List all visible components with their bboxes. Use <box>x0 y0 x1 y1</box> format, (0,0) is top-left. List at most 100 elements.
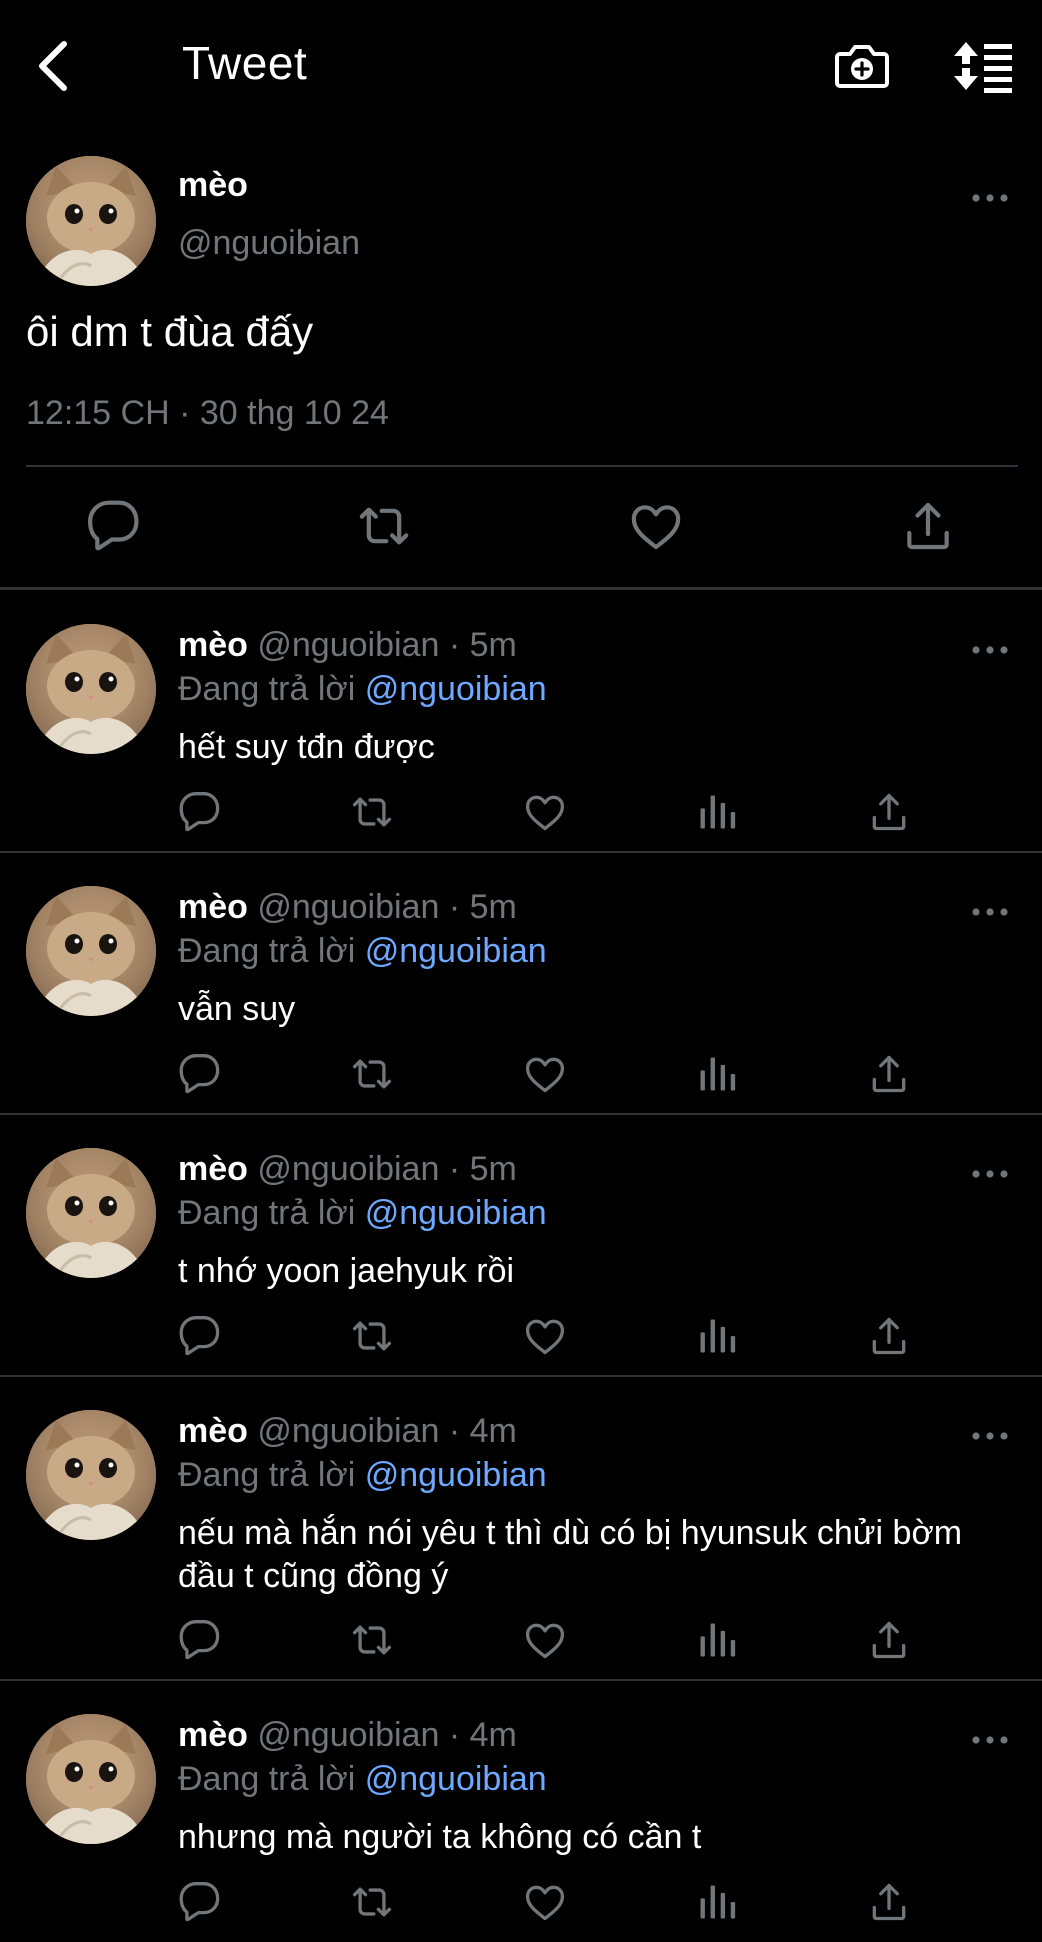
handle[interactable]: @nguoibian <box>257 1716 439 1754</box>
mention-link[interactable]: @nguoibian <box>365 670 547 708</box>
reply-icon[interactable] <box>178 1314 222 1358</box>
share-icon[interactable] <box>867 790 911 834</box>
views-icon[interactable] <box>695 1314 739 1358</box>
header: Tweet <box>0 0 1042 130</box>
camera-plus-icon[interactable] <box>832 36 892 96</box>
views-icon[interactable] <box>695 1052 739 1096</box>
reply-header: mèo @nguoibian · 5m <box>178 1150 517 1189</box>
sort-icon[interactable] <box>950 36 1016 96</box>
like-icon[interactable] <box>523 1618 567 1662</box>
page-title: Tweet <box>182 37 308 89</box>
retweet-icon[interactable] <box>350 1618 394 1662</box>
reply-text: nhưng mà người ta không có cần t <box>178 1818 702 1856</box>
share-icon[interactable] <box>867 1314 911 1358</box>
reply-header: mèo @nguoibian · 5m <box>178 626 517 665</box>
replying-to: Đang trả lời @nguoibian <box>178 1456 547 1495</box>
display-name[interactable]: mèo <box>178 1716 248 1754</box>
reply-text: vẫn suy <box>178 990 296 1028</box>
like-icon[interactable] <box>523 1314 567 1358</box>
reply-icon[interactable] <box>86 498 142 554</box>
reply-icon[interactable] <box>178 1052 222 1096</box>
more-icon[interactable] <box>970 1166 1010 1182</box>
reply-item[interactable]: mèo @nguoibian · 5m Đang trả lời @nguoib… <box>0 1114 1042 1376</box>
reply-item[interactable]: mèo @nguoibian · 5m Đang trả lời @nguoib… <box>0 852 1042 1114</box>
handle[interactable]: @nguoibian <box>257 1150 439 1188</box>
share-icon[interactable] <box>867 1052 911 1096</box>
mention-link[interactable]: @nguoibian <box>365 1760 547 1798</box>
retweet-icon[interactable] <box>350 1314 394 1358</box>
more-icon[interactable] <box>970 1428 1010 1444</box>
views-icon[interactable] <box>695 1618 739 1662</box>
handle[interactable]: @nguoibian <box>257 626 439 664</box>
views-icon[interactable] <box>695 790 739 834</box>
reply-time: 4m <box>469 1716 517 1754</box>
like-icon[interactable] <box>523 1880 567 1924</box>
back-arrow-icon[interactable] <box>30 36 84 96</box>
retweet-icon[interactable] <box>350 1880 394 1924</box>
like-icon[interactable] <box>523 790 567 834</box>
more-icon[interactable] <box>970 642 1010 658</box>
reply-icon[interactable] <box>178 790 222 834</box>
retweet-icon[interactable] <box>350 790 394 834</box>
display-name[interactable]: mèo <box>178 626 248 664</box>
reply-time: 5m <box>469 626 517 664</box>
like-icon[interactable] <box>628 498 684 554</box>
reply-time: 4m <box>469 1412 517 1450</box>
more-icon[interactable] <box>970 190 1010 206</box>
replying-to-label: Đang trả lời <box>178 932 356 970</box>
handle[interactable]: @nguoibian <box>178 224 360 263</box>
mention-link[interactable]: @nguoibian <box>365 1194 547 1232</box>
replying-to-label: Đang trả lời <box>178 670 356 708</box>
reply-icon[interactable] <box>178 1618 222 1662</box>
reply-item[interactable]: mèo @nguoibian · 4m Đang trả lời @nguoib… <box>0 1680 1042 1942</box>
avatar[interactable] <box>26 1148 156 1278</box>
replying-to: Đang trả lời @nguoibian <box>178 670 547 709</box>
reply-header: mèo @nguoibian · 4m <box>178 1716 517 1755</box>
reply-header: mèo @nguoibian · 5m <box>178 888 517 927</box>
reply-time: 5m <box>469 888 517 926</box>
reply-text: t nhớ yoon jaehyuk rồi <box>178 1252 515 1290</box>
mention-link[interactable]: @nguoibian <box>365 932 547 970</box>
reply-header: mèo @nguoibian · 4m <box>178 1412 517 1451</box>
avatar[interactable] <box>26 156 156 286</box>
replying-to: Đang trả lời @nguoibian <box>178 1760 547 1799</box>
more-icon[interactable] <box>970 1732 1010 1748</box>
separator-dot: · <box>448 1150 461 1188</box>
mention-link[interactable]: @nguoibian <box>365 1456 547 1494</box>
tweet-timestamp: 12:15 CH · 30 thg 10 24 <box>26 394 389 432</box>
reply-text: nếu mà hắn nói yêu t thì dù có bị hyunsu… <box>178 1514 963 1595</box>
display-name[interactable]: mèo <box>178 888 248 926</box>
replying-to: Đang trả lời @nguoibian <box>178 1194 547 1233</box>
display-name[interactable]: mèo <box>178 1150 248 1188</box>
reply-item[interactable]: mèo @nguoibian · 4m Đang trả lời @nguoib… <box>0 1376 1042 1680</box>
share-icon[interactable] <box>867 1880 911 1924</box>
share-icon[interactable] <box>867 1618 911 1662</box>
avatar[interactable] <box>26 1410 156 1540</box>
reply-icon[interactable] <box>178 1880 222 1924</box>
avatar[interactable] <box>26 1714 156 1844</box>
separator-dot: · <box>448 1412 461 1450</box>
more-icon[interactable] <box>970 904 1010 920</box>
handle[interactable]: @nguoibian <box>257 888 439 926</box>
avatar[interactable] <box>26 624 156 754</box>
replying-to-label: Đang trả lời <box>178 1194 356 1232</box>
like-icon[interactable] <box>523 1052 567 1096</box>
separator-dot: · <box>448 626 461 664</box>
separator-dot: · <box>448 1716 461 1754</box>
display-name[interactable]: mèo <box>178 166 248 205</box>
retweet-icon[interactable] <box>350 1052 394 1096</box>
retweet-icon[interactable] <box>356 498 412 554</box>
replying-to: Đang trả lời @nguoibian <box>178 932 547 971</box>
reply-text: hết suy tđn được <box>178 728 435 766</box>
divider <box>26 465 1018 467</box>
reply-item[interactable]: mèo @nguoibian · 5m Đang trả lời @nguoib… <box>0 590 1042 852</box>
tweet-text: ôi dm t đùa đấy <box>26 308 314 355</box>
handle[interactable]: @nguoibian <box>257 1412 439 1450</box>
replying-to-label: Đang trả lời <box>178 1760 356 1798</box>
avatar[interactable] <box>26 886 156 1016</box>
share-icon[interactable] <box>900 498 956 554</box>
display-name[interactable]: mèo <box>178 1412 248 1450</box>
separator-dot: · <box>448 888 461 926</box>
views-icon[interactable] <box>695 1880 739 1924</box>
reply-time: 5m <box>469 1150 517 1188</box>
